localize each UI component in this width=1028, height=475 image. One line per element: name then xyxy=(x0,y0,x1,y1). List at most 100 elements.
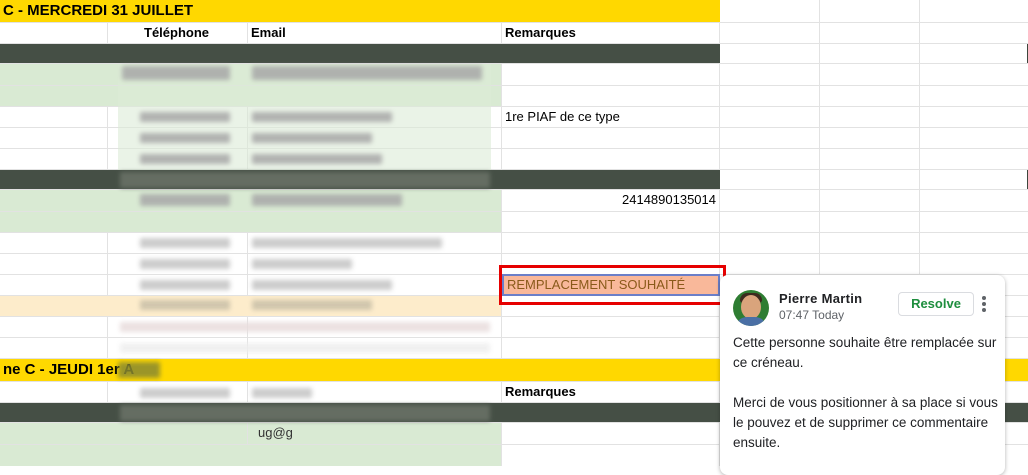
cell[interactable] xyxy=(0,23,108,43)
cell[interactable] xyxy=(720,0,820,22)
redacted-email xyxy=(252,388,312,398)
header-telephone[interactable]: Téléphone xyxy=(108,23,248,43)
cell[interactable] xyxy=(720,233,820,253)
cell[interactable] xyxy=(502,445,720,466)
section-banner[interactable]: C - MERCREDI 31 JUILLET xyxy=(0,0,1028,23)
redacted-email xyxy=(252,66,482,80)
cell[interactable] xyxy=(0,107,108,127)
header-remarques[interactable]: Remarques xyxy=(502,23,720,43)
active-cell[interactable]: REMPLACEMENT SOUHAITÉ xyxy=(502,274,720,296)
redacted-email xyxy=(252,133,372,143)
cell[interactable] xyxy=(920,170,1028,189)
redacted-email xyxy=(252,238,442,248)
redacted-email xyxy=(252,300,372,310)
cell[interactable] xyxy=(0,233,108,253)
cell[interactable] xyxy=(0,445,502,466)
header-row: Téléphone Email Remarques xyxy=(0,23,1028,44)
cell[interactable] xyxy=(720,212,820,232)
comment-author: Pierre Martin xyxy=(779,291,863,306)
cell[interactable] xyxy=(720,64,820,85)
cell[interactable] xyxy=(0,338,108,358)
cell[interactable] xyxy=(820,149,920,169)
number-cell[interactable]: 2414890135014 xyxy=(502,190,720,211)
redacted-phone xyxy=(140,112,230,122)
comment-paragraph: Merci de vous positionner à sa place si … xyxy=(733,395,998,450)
user-avatar[interactable] xyxy=(733,290,769,326)
table-row[interactable] xyxy=(0,212,1028,233)
cell[interactable] xyxy=(720,170,820,189)
cell[interactable] xyxy=(0,212,502,232)
cell[interactable] xyxy=(502,86,720,106)
redacted-email xyxy=(252,194,402,206)
redacted-email xyxy=(252,280,392,290)
cell[interactable] xyxy=(0,254,108,274)
cell[interactable] xyxy=(0,382,108,402)
redacted-area xyxy=(118,362,160,378)
cell[interactable] xyxy=(720,128,820,148)
redacted-area xyxy=(120,322,490,332)
cell[interactable] xyxy=(502,64,720,85)
cell[interactable] xyxy=(820,86,920,106)
cell[interactable] xyxy=(502,338,720,358)
cell[interactable] xyxy=(0,317,108,337)
cell[interactable] xyxy=(720,254,820,274)
redacted-phone xyxy=(140,238,230,248)
email-cell[interactable]: ug@g xyxy=(248,423,502,444)
cell[interactable] xyxy=(720,23,820,43)
redacted-email xyxy=(252,112,392,122)
cell[interactable] xyxy=(920,44,1028,63)
cell[interactable] xyxy=(720,190,820,211)
cell[interactable] xyxy=(0,296,502,316)
header-remarques[interactable]: Remarques xyxy=(502,382,720,402)
cell[interactable] xyxy=(0,275,108,295)
redacted-phone xyxy=(140,300,230,310)
cell[interactable] xyxy=(920,0,1028,22)
comment-paragraph: Cette personne souhaite être remplacée s… xyxy=(733,335,997,370)
redacted-area xyxy=(120,172,490,188)
cell[interactable] xyxy=(820,212,920,232)
more-vert-icon[interactable] xyxy=(980,295,988,315)
cell[interactable] xyxy=(0,423,248,444)
cell[interactable] xyxy=(502,423,720,444)
redacted-phone xyxy=(140,388,230,398)
redacted-phone xyxy=(140,194,230,206)
cell[interactable] xyxy=(502,233,720,253)
header-email[interactable]: Email xyxy=(248,23,502,43)
redacted-area xyxy=(120,343,490,353)
separator-row[interactable] xyxy=(0,44,1028,64)
redacted-email xyxy=(252,154,382,164)
cell[interactable] xyxy=(820,23,920,43)
cell[interactable] xyxy=(820,128,920,148)
cell[interactable] xyxy=(720,86,820,106)
redacted-phone xyxy=(140,154,230,164)
cell[interactable] xyxy=(502,149,720,169)
cell[interactable] xyxy=(820,233,920,253)
cell[interactable] xyxy=(820,44,920,63)
avatar-face xyxy=(741,295,761,319)
cell[interactable] xyxy=(820,254,920,274)
comment-card[interactable]: Pierre Martin 07:47 Today Resolve Cette … xyxy=(720,275,1005,475)
cell[interactable] xyxy=(502,212,720,232)
redacted-email xyxy=(252,259,352,269)
cell[interactable] xyxy=(820,64,920,85)
redacted-phone xyxy=(122,66,230,80)
resolve-button[interactable]: Resolve xyxy=(898,292,974,316)
comment-body: Cette personne souhaite être remplacée s… xyxy=(733,333,998,473)
cell[interactable] xyxy=(0,128,108,148)
cell[interactable] xyxy=(502,128,720,148)
cell[interactable] xyxy=(820,0,920,22)
cell[interactable] xyxy=(720,149,820,169)
redacted-area xyxy=(120,405,490,421)
cell[interactable] xyxy=(820,190,920,211)
cell[interactable] xyxy=(720,107,820,127)
cell[interactable] xyxy=(720,44,820,63)
cell[interactable] xyxy=(820,170,920,189)
remark-cell[interactable]: 1re PIAF de ce type xyxy=(502,107,720,127)
cell[interactable] xyxy=(502,317,720,337)
cell[interactable] xyxy=(0,149,108,169)
banner-title: ne C - JEUDI 1er A xyxy=(3,361,135,378)
cell[interactable] xyxy=(820,107,920,127)
cell[interactable] xyxy=(0,190,502,211)
redacted-phone xyxy=(140,133,230,143)
avatar-body xyxy=(735,317,767,326)
